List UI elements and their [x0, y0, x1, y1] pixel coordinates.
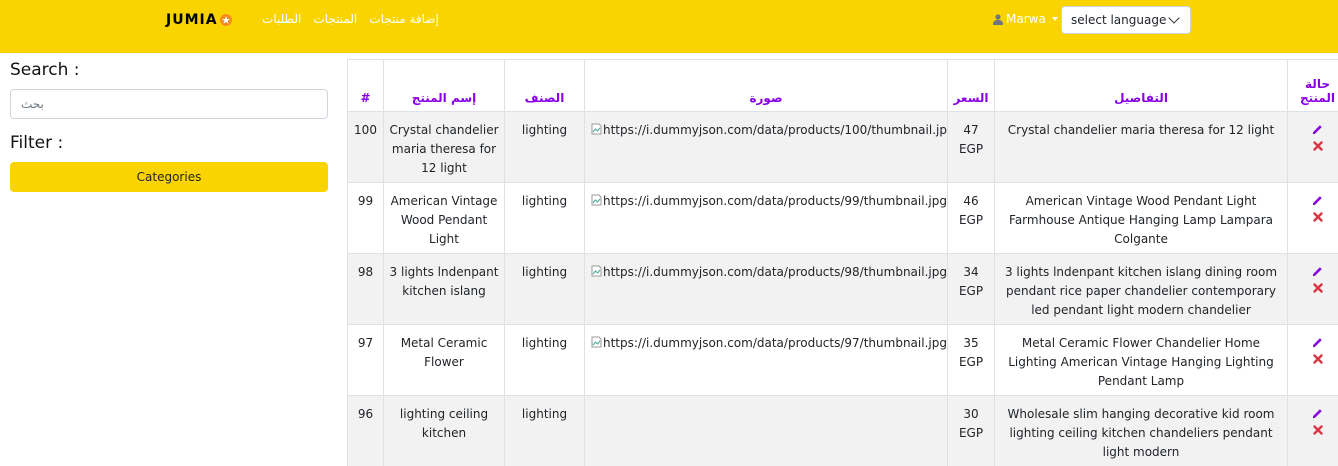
broken-image-icon: [591, 193, 602, 206]
broken-image-icon: [591, 122, 602, 135]
cell-category: lighting: [504, 182, 585, 254]
cell-category: lighting: [504, 111, 585, 183]
cell-status: [1287, 111, 1338, 183]
delete-x-icon[interactable]: [1312, 280, 1323, 293]
header-details: التفاصيل: [994, 59, 1288, 112]
delete-x-icon[interactable]: [1312, 138, 1323, 151]
cell-price: 30 EGP: [947, 395, 995, 466]
language-select[interactable]: select language: [1061, 6, 1191, 34]
product-image: https://i.dummyjson.com/data/products/10…: [591, 121, 948, 140]
jumia-logo[interactable]: JUMIA: [166, 11, 232, 29]
chevron-down-icon: [1168, 12, 1180, 24]
header-id: #: [347, 59, 384, 112]
cell-details: American Vintage Wood Pendant Light Farm…: [994, 182, 1288, 254]
nav-link-orders[interactable]: الطلبات: [262, 12, 301, 26]
edit-pencil-icon[interactable]: [1312, 122, 1323, 135]
product-image-alt: https://i.dummyjson.com/data/products/10…: [603, 123, 948, 137]
header-category: الصنف: [504, 59, 585, 112]
cell-image: https://i.dummyjson.com/data/products/99…: [584, 182, 948, 254]
star-icon: [219, 14, 232, 26]
user-icon: [993, 13, 1003, 25]
cell-price: 47 EGP: [947, 111, 995, 183]
delete-x-icon[interactable]: [1312, 351, 1323, 364]
product-image: https://i.dummyjson.com/data/products/99…: [591, 192, 947, 211]
cell-details: Crystal chandelier maria theresa for 12 …: [994, 111, 1288, 183]
cell-category: lighting: [504, 253, 585, 325]
cell-status: [1287, 253, 1338, 325]
cell-id: 98: [347, 253, 384, 325]
cell-price: 35 EGP: [947, 324, 995, 396]
cell-name: Metal Ceramic Flower: [383, 324, 505, 396]
table-row: 97 Metal Ceramic Flower lighting https://i.…: [347, 324, 1338, 396]
edit-pencil-icon[interactable]: [1312, 335, 1323, 348]
table-row: 99 American Vintage Wood Pendant Light lig…: [347, 182, 1338, 254]
language-select-value: select language: [1071, 13, 1167, 27]
cell-category: lighting: [504, 324, 585, 396]
cell-status: [1287, 324, 1338, 396]
products-table-container: # إسم المنتج الصنف صورة السعر التفاصيل ح…: [347, 59, 1338, 466]
top-navbar: JUMIA الطلبات إضافة منتجات المنتجات Marw…: [0, 0, 1338, 53]
cell-image: https://i.dummyjson.com/data/products/10…: [584, 111, 948, 183]
header-name: إسم المنتج: [383, 59, 505, 112]
header-image: صورة: [584, 59, 948, 112]
nav-links: الطلبات إضافة منتجات المنتجات: [262, 12, 439, 26]
cell-id: 100: [347, 111, 384, 183]
table-row: 96 lighting ceiling kitchen lighting 30 EGP…: [347, 395, 1338, 466]
broken-image-icon: [591, 264, 602, 277]
search-input[interactable]: [10, 89, 328, 119]
user-menu[interactable]: Marwa: [993, 12, 1058, 26]
brand-name: JUMIA: [166, 12, 218, 28]
header-status: حالة المنتج: [1287, 59, 1338, 112]
cell-details: 3 lights lndenpant kitchen islang dining…: [994, 253, 1288, 325]
product-image-alt: https://i.dummyjson.com/data/products/99…: [603, 194, 947, 208]
table-row: 98 3 lights lndenpant kitchen islang light…: [347, 253, 1338, 325]
cell-details: Wholesale slim hanging decorative kid ro…: [994, 395, 1288, 466]
cell-name: Crystal chandelier maria theresa for 12 …: [383, 111, 505, 183]
cell-category: lighting: [504, 395, 585, 466]
filter-title: Filter :: [10, 133, 64, 153]
caret-down-icon: [1051, 17, 1058, 21]
broken-image-icon: [591, 335, 602, 348]
product-image: https://i.dummyjson.com/data/products/98…: [591, 263, 947, 282]
edit-pencil-icon[interactable]: [1312, 193, 1323, 206]
cell-status: [1287, 395, 1338, 466]
cell-image: https://i.dummyjson.com/data/products/98…: [584, 253, 948, 325]
cell-status: [1287, 182, 1338, 254]
search-title: Search :: [10, 60, 80, 80]
cell-id: 96: [347, 395, 384, 466]
product-image-alt: https://i.dummyjson.com/data/products/97…: [603, 336, 947, 350]
delete-x-icon[interactable]: [1312, 422, 1323, 435]
categories-button[interactable]: Categories: [10, 162, 328, 192]
cell-price: 46 EGP: [947, 182, 995, 254]
table-header-row: # إسم المنتج الصنف صورة السعر التفاصيل ح…: [347, 59, 1338, 112]
edit-pencil-icon[interactable]: [1312, 264, 1323, 277]
header-price: السعر: [947, 59, 995, 112]
table-row: 100 Crystal chandelier maria theresa for …: [347, 111, 1338, 183]
nav-link-add-products[interactable]: إضافة منتجات: [369, 12, 439, 26]
cell-name: lighting ceiling kitchen: [383, 395, 505, 466]
cell-price: 34 EGP: [947, 253, 995, 325]
cell-details: Metal Ceramic Flower Chandelier Home Lig…: [994, 324, 1288, 396]
cell-image: [584, 395, 948, 466]
product-image: https://i.dummyjson.com/data/products/97…: [591, 334, 947, 353]
edit-pencil-icon[interactable]: [1312, 406, 1323, 419]
cell-image: https://i.dummyjson.com/data/products/97…: [584, 324, 948, 396]
cell-id: 99: [347, 182, 384, 254]
delete-x-icon[interactable]: [1312, 209, 1323, 222]
cell-name: 3 lights lndenpant kitchen islang: [383, 253, 505, 325]
cell-id: 97: [347, 324, 384, 396]
user-name: Marwa: [1006, 12, 1046, 26]
cell-name: American Vintage Wood Pendant Light: [383, 182, 505, 254]
products-table: # إسم المنتج الصنف صورة السعر التفاصيل ح…: [347, 59, 1338, 466]
product-image-alt: https://i.dummyjson.com/data/products/98…: [603, 265, 947, 279]
nav-link-products[interactable]: المنتجات: [313, 12, 357, 26]
